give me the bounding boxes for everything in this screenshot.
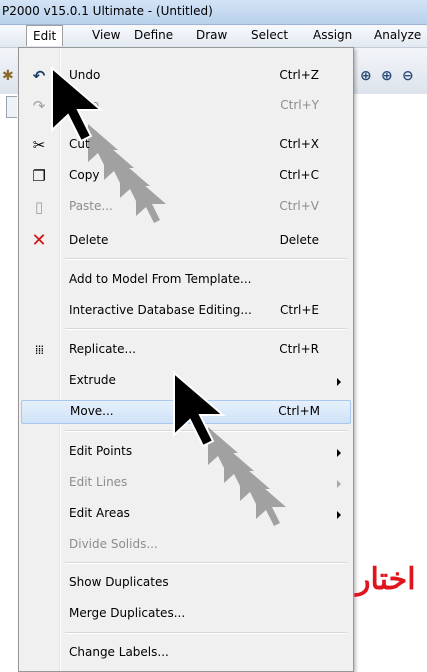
menu-bar: Edit View Define Draw Select Assign Anal…: [0, 25, 427, 48]
gear-icon[interactable]: ✱: [2, 68, 14, 84]
menu-edit[interactable]: Edit: [26, 25, 64, 46]
menu-item-divide-solids[interactable]: Divide Solids...: [21, 534, 349, 556]
delete-x-icon: ✕: [31, 230, 47, 251]
replicate-icon: ⁞⁞⁞: [34, 343, 44, 357]
zoom-in-icon[interactable]: ⊕: [381, 68, 393, 84]
menu-item-delete[interactable]: ✕ Delete Delete: [21, 230, 349, 252]
menu-item-change-labels[interactable]: Change Labels...: [21, 642, 349, 664]
submenu-arrow-icon: [337, 511, 341, 519]
menu-separator: [65, 258, 347, 260]
submenu-arrow-icon: [337, 378, 341, 386]
menu-separator: [65, 328, 347, 330]
mouse-cursor-icon: [51, 65, 166, 223]
mouse-cursor-icon: [173, 370, 286, 526]
menu-assign[interactable]: Assign: [313, 28, 352, 44]
menu-draw[interactable]: Draw: [196, 28, 227, 44]
menu-analyze[interactable]: Analyze: [374, 28, 421, 44]
annotation-label: اختار: [356, 562, 416, 597]
menu-define[interactable]: Define: [134, 28, 173, 44]
menu-item-merge-duplicates[interactable]: Merge Duplicates...: [21, 603, 349, 625]
menu-item-interactive-db-editing[interactable]: Interactive Database Editing... Ctrl+E: [21, 300, 349, 322]
window-tab[interactable]: [6, 96, 17, 118]
menu-item-add-from-template[interactable]: Add to Model From Template...: [21, 269, 349, 291]
menu-separator: [65, 632, 347, 634]
submenu-arrow-icon: [337, 449, 341, 457]
menu-select[interactable]: Select: [251, 28, 288, 44]
zoom-in-icon[interactable]: ⊕: [360, 68, 372, 84]
menu-item-show-duplicates[interactable]: Show Duplicates: [21, 572, 349, 594]
zoom-out-icon[interactable]: ⊖: [402, 68, 414, 84]
menu-separator: [65, 562, 347, 564]
menu-item-replicate[interactable]: ⁞⁞⁞ Replicate... Ctrl+R: [21, 339, 349, 361]
title-bar: P2000 v15.0.1 Ultimate - (Untitled): [0, 0, 427, 25]
menu-view[interactable]: View: [92, 28, 120, 44]
window-title: P2000 v15.0.1 Ultimate - (Untitled): [2, 4, 213, 18]
submenu-arrow-icon: [337, 480, 341, 488]
